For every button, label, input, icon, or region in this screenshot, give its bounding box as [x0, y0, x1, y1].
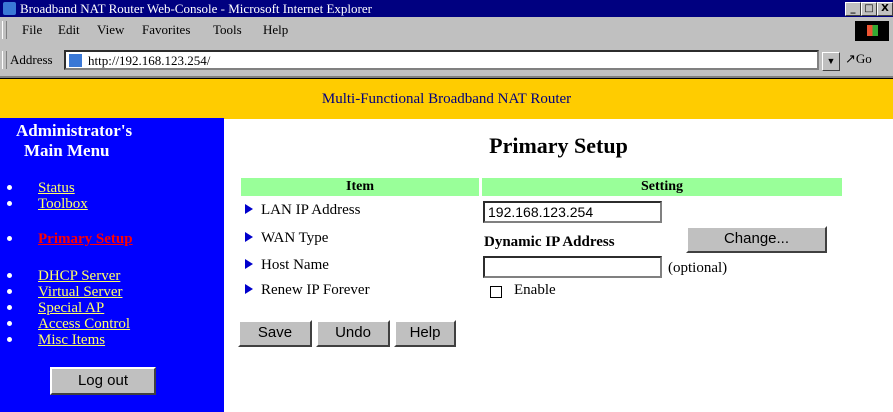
sidebar-item-primary-setup[interactable]: Primary Setup [7, 231, 133, 247]
ie-throbber [855, 21, 889, 41]
menu-help[interactable]: Help [263, 22, 288, 38]
host-name-label-text: Host Name [261, 257, 329, 273]
bullet-icon [7, 320, 12, 326]
bullet-icon [7, 304, 12, 310]
window-title-bar: Broadband NAT Router Web-Console - Micro… [0, 0, 893, 17]
wan-type-value: Dynamic IP Address [484, 234, 615, 250]
arrow-right-icon [245, 232, 253, 243]
ie-icon [3, 2, 16, 15]
sidebar-item-virtual-server[interactable]: Virtual Server [7, 284, 123, 300]
toolbar-grip [2, 51, 7, 69]
go-button[interactable]: ↗Go [845, 51, 872, 67]
sidebar-item-label[interactable]: Special AP [38, 300, 104, 316]
menu-edit[interactable]: Edit [58, 22, 80, 38]
lan-ip-label: LAN IP Address [245, 202, 360, 219]
renew-ip-label: Renew IP Forever [245, 282, 370, 299]
sidebar-item-toolbox[interactable]: Toolbox [7, 196, 88, 212]
undo-button[interactable]: Undo [316, 320, 390, 347]
lan-ip-label-text: LAN IP Address [261, 202, 361, 218]
column-header-item: Item [241, 178, 479, 196]
renew-enable-label: Enable [514, 282, 556, 298]
host-name-label: Host Name [245, 257, 329, 274]
host-name-input[interactable] [483, 256, 662, 278]
sidebar-title: Administrator's Main Menu [16, 121, 132, 161]
menu-favorites[interactable]: Favorites [142, 22, 190, 38]
sidebar-item-misc-items[interactable]: Misc Items [7, 332, 105, 348]
close-button[interactable]: X [877, 2, 893, 16]
sidebar-title-line2: Main Menu [24, 141, 110, 160]
renew-ip-label-text: Renew IP Forever [261, 282, 370, 298]
help-button[interactable]: Help [394, 320, 456, 347]
bullet-icon [7, 336, 12, 342]
sidebar-item-label[interactable]: Toolbox [38, 196, 88, 212]
address-dropdown-icon[interactable]: ▼ [822, 52, 840, 71]
sidebar-item-label[interactable]: Access Control [38, 316, 130, 332]
menu-file[interactable]: File [22, 22, 42, 38]
sidebar-item-status[interactable]: Status [7, 180, 75, 196]
sidebar-item-label[interactable]: Misc Items [38, 332, 105, 348]
wan-type-label: WAN Type [245, 230, 328, 247]
address-input[interactable]: http://192.168.123.254/ [64, 50, 819, 70]
sidebar-item-dhcp-server[interactable]: DHCP Server [7, 268, 120, 284]
arrow-right-icon [245, 259, 253, 270]
bullet-icon [7, 184, 12, 190]
sidebar-item-special-ap[interactable]: Special AP [7, 300, 104, 316]
address-label: Address [10, 52, 53, 67]
arrow-right-icon [245, 204, 253, 215]
sidebar-item-access-control[interactable]: Access Control [7, 316, 130, 332]
save-button[interactable]: Save [238, 320, 312, 347]
go-label: Go [855, 51, 872, 66]
windows-logo-icon [867, 25, 878, 36]
sidebar-item-label[interactable]: Status [38, 180, 75, 196]
page-title: Primary Setup [489, 133, 628, 158]
bullet-icon [7, 235, 12, 241]
wan-change-button[interactable]: Change... [686, 226, 827, 253]
address-bar: Address http://192.168.123.254/ ▼ ↗Go [0, 46, 893, 78]
page-icon [69, 54, 82, 67]
toolbar-grip [2, 21, 7, 39]
renew-enable-checkbox[interactable] [490, 286, 502, 298]
wan-type-label-text: WAN Type [261, 230, 329, 246]
address-value: http://192.168.123.254/ [88, 53, 211, 68]
menu-view[interactable]: View [97, 22, 124, 38]
host-name-hint: (optional) [668, 260, 728, 276]
menu-bar: File Edit View Favorites Tools Help [0, 17, 893, 47]
minimize-button[interactable]: _ [845, 2, 861, 16]
sidebar-item-label[interactable]: Primary Setup [38, 231, 133, 247]
column-header-setting: Setting [482, 178, 842, 196]
banner-title: Multi-Functional Broadband NAT Router [321, 91, 572, 107]
sidebar-title-line1: Administrator's [16, 121, 133, 140]
go-arrow-icon: ↗ [845, 51, 856, 66]
arrow-right-icon [245, 284, 253, 295]
bullet-icon [7, 200, 12, 206]
sidebar: Administrator's Main Menu Status Toolbox… [0, 118, 224, 412]
header-banner: Multi-Functional Broadband NAT Router [0, 78, 893, 119]
sidebar-item-label[interactable]: Virtual Server [38, 284, 123, 300]
sidebar-item-label[interactable]: DHCP Server [38, 268, 120, 284]
logout-button[interactable]: Log out [50, 367, 156, 395]
menu-tools[interactable]: Tools [213, 22, 242, 38]
lan-ip-input[interactable]: 192.168.123.254 [483, 201, 662, 223]
maximize-button[interactable]: □ [861, 2, 877, 16]
window-title: Broadband NAT Router Web-Console - Micro… [20, 1, 372, 16]
bullet-icon [7, 288, 12, 294]
bullet-icon [7, 272, 12, 278]
